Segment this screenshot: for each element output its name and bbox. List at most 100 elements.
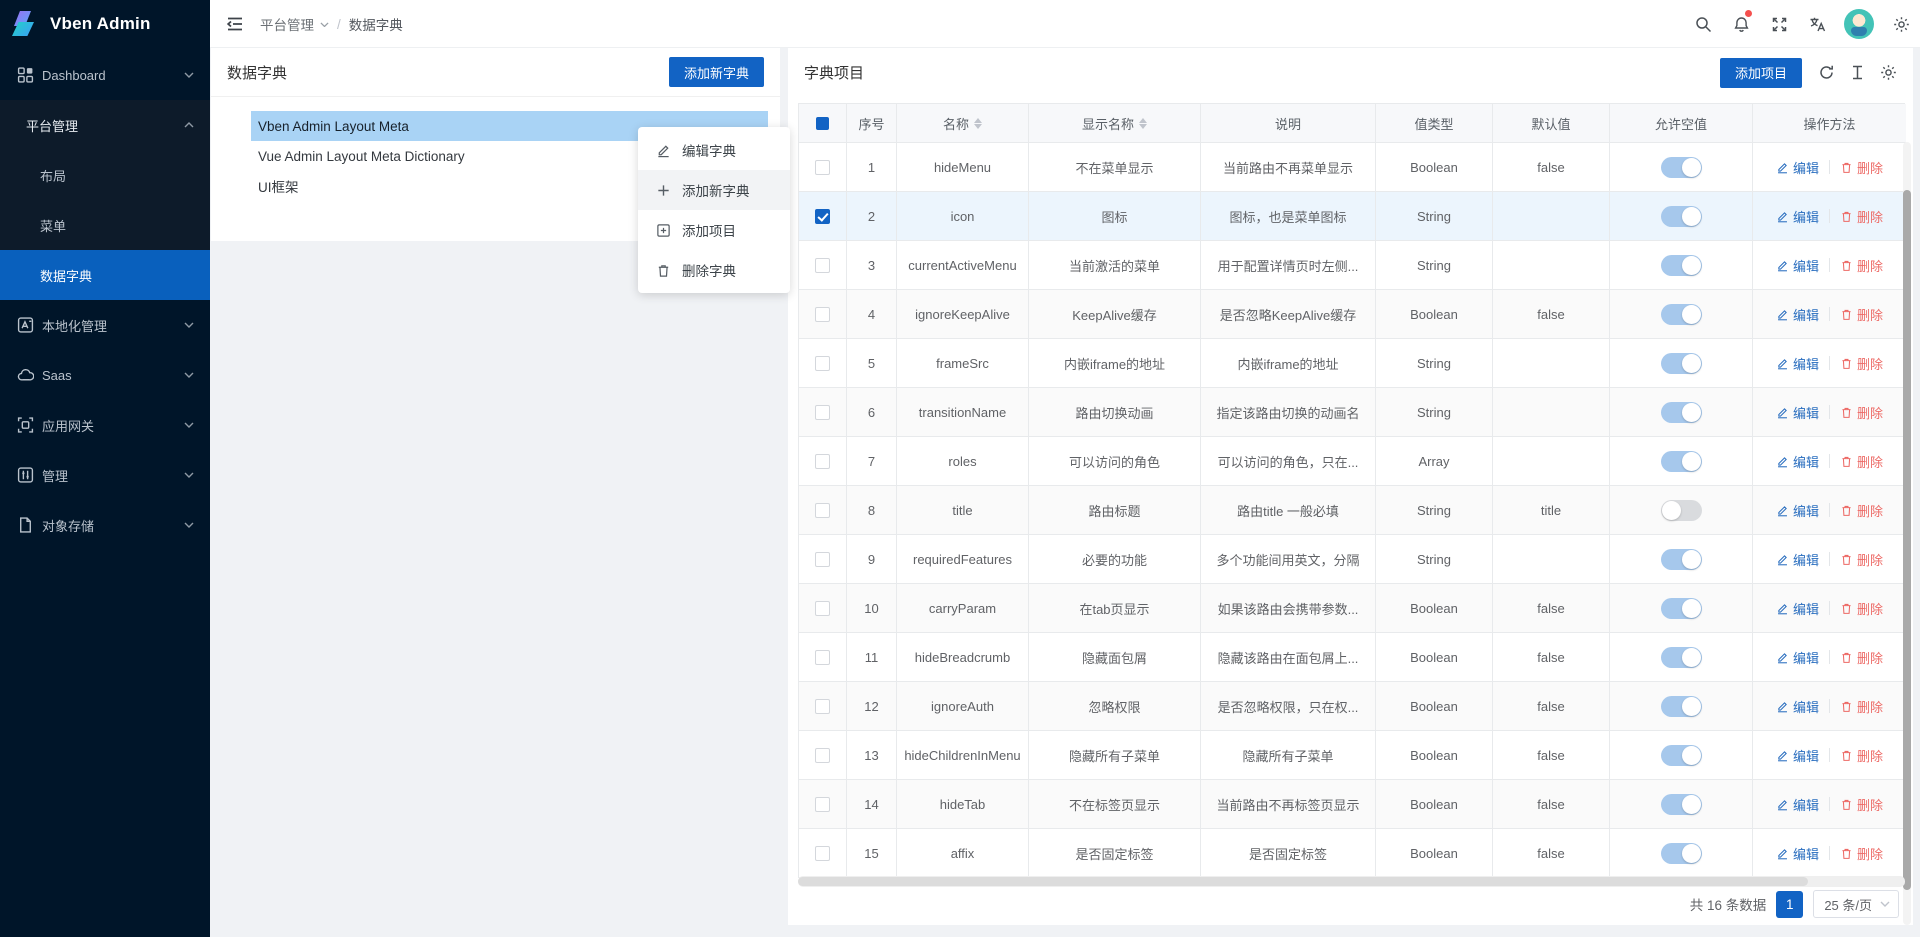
context-menu-item[interactable]: 添加新字典 <box>638 170 790 210</box>
sort-icon[interactable] <box>974 118 982 129</box>
refresh-icon[interactable] <box>1818 64 1835 81</box>
sort-icon[interactable] <box>1139 118 1147 129</box>
sidebar-item-saas[interactable]: Saas <box>0 350 210 400</box>
allow-null-toggle[interactable] <box>1661 647 1702 668</box>
row-checkbox[interactable] <box>815 846 830 861</box>
sidebar-item-布局[interactable]: 布局 <box>0 150 210 200</box>
allow-null-toggle[interactable] <box>1661 794 1702 815</box>
delete-button[interactable]: 删除 <box>1840 550 1883 569</box>
edit-button[interactable]: 编辑 <box>1776 844 1819 863</box>
delete-button[interactable]: 删除 <box>1840 207 1883 226</box>
delete-button[interactable]: 删除 <box>1840 305 1883 324</box>
edit-button[interactable]: 编辑 <box>1776 256 1819 275</box>
sidebar-item-菜单[interactable]: 菜单 <box>0 200 210 250</box>
settings-gear-icon[interactable] <box>1882 0 1920 48</box>
edit-button[interactable]: 编辑 <box>1776 354 1819 373</box>
edit-button[interactable]: 编辑 <box>1776 599 1819 618</box>
delete-button[interactable]: 删除 <box>1840 697 1883 716</box>
row-checkbox[interactable] <box>815 699 830 714</box>
row-checkbox[interactable] <box>815 601 830 616</box>
page-size-select[interactable]: 25 条/页 <box>1813 890 1899 918</box>
column-header-显示名称[interactable]: 显示名称 <box>1029 104 1201 143</box>
allow-null-toggle[interactable] <box>1661 451 1702 472</box>
row-checkbox[interactable] <box>815 405 830 420</box>
user-avatar[interactable] <box>1844 9 1874 39</box>
fullscreen-icon[interactable] <box>1760 0 1798 48</box>
edit-button[interactable]: 编辑 <box>1776 648 1819 667</box>
row-checkbox[interactable] <box>815 503 830 518</box>
column-header-名称[interactable]: 名称 <box>897 104 1029 143</box>
sidebar-item-应用网关[interactable]: 应用网关 <box>0 400 210 450</box>
edit-button[interactable]: 编辑 <box>1776 305 1819 324</box>
search-icon[interactable] <box>1684 0 1722 48</box>
row-height-icon[interactable] <box>1849 64 1866 81</box>
row-checkbox[interactable] <box>815 748 830 763</box>
delete-button[interactable]: 删除 <box>1840 403 1883 422</box>
sidebar-item-对象存储[interactable]: 对象存储 <box>0 500 210 550</box>
context-menu-item[interactable]: 编辑字典 <box>638 130 790 170</box>
allow-null-toggle[interactable] <box>1661 304 1702 325</box>
allow-null-toggle[interactable] <box>1661 255 1702 276</box>
select-all-checkbox[interactable] <box>799 104 847 143</box>
edit-button[interactable]: 编辑 <box>1776 501 1819 520</box>
delete-button[interactable]: 删除 <box>1840 354 1883 373</box>
edit-button[interactable]: 编辑 <box>1776 207 1819 226</box>
edit-button[interactable]: 编辑 <box>1776 795 1819 814</box>
add-item-button[interactable]: 添加项目 <box>1720 58 1802 88</box>
horizontal-scrollbar[interactable] <box>798 876 1905 887</box>
edit-button[interactable]: 编辑 <box>1776 403 1819 422</box>
allow-null-toggle[interactable] <box>1661 696 1702 717</box>
translate-icon[interactable] <box>1798 0 1836 48</box>
allow-null-toggle[interactable] <box>1661 402 1702 423</box>
sidebar-item-dashboard[interactable]: Dashboard <box>0 50 210 100</box>
allow-null-toggle[interactable] <box>1661 745 1702 766</box>
edit-button[interactable]: 编辑 <box>1776 452 1819 471</box>
vertical-scrollbar[interactable] <box>1903 142 1911 925</box>
sidebar-item-数据字典[interactable]: 数据字典 <box>0 250 210 300</box>
row-checkbox[interactable] <box>815 797 830 812</box>
sidebar-item-平台管理[interactable]: 平台管理 <box>0 100 210 150</box>
delete-button[interactable]: 删除 <box>1840 501 1883 520</box>
edit-button[interactable]: 编辑 <box>1776 697 1819 716</box>
delete-button[interactable]: 删除 <box>1840 256 1883 275</box>
row-checkbox[interactable] <box>815 307 830 322</box>
sidebar-item-本地化管理[interactable]: 本地化管理 <box>0 300 210 350</box>
edit-button[interactable]: 编辑 <box>1776 746 1819 765</box>
delete-button[interactable]: 删除 <box>1840 746 1883 765</box>
delete-button[interactable]: 删除 <box>1840 648 1883 667</box>
row-checkbox[interactable] <box>815 356 830 371</box>
row-checkbox[interactable] <box>815 160 830 175</box>
context-menu-item[interactable]: 删除字典 <box>638 250 790 290</box>
breadcrumb-parent[interactable]: 平台管理 <box>260 14 314 34</box>
row-checkbox[interactable] <box>815 258 830 273</box>
column-settings-gear-icon[interactable] <box>1880 64 1897 81</box>
delete-label: 删除 <box>1857 795 1883 814</box>
add-dictionary-button[interactable]: 添加新字典 <box>669 57 764 87</box>
page-number-button[interactable]: 1 <box>1776 891 1803 918</box>
sidebar-item-管理[interactable]: 管理 <box>0 450 210 500</box>
row-checkbox[interactable] <box>815 454 830 469</box>
row-checkbox[interactable] <box>815 209 830 224</box>
allow-null-toggle[interactable] <box>1661 206 1702 227</box>
row-checkbox[interactable] <box>815 552 830 567</box>
allow-null-toggle[interactable] <box>1661 549 1702 570</box>
allow-null-toggle[interactable] <box>1661 843 1702 864</box>
row-checkbox[interactable] <box>815 650 830 665</box>
checkbox-indeterminate[interactable] <box>816 117 829 130</box>
delete-button[interactable]: 删除 <box>1840 599 1883 618</box>
delete-button[interactable]: 删除 <box>1840 452 1883 471</box>
allow-null-toggle[interactable] <box>1661 157 1702 178</box>
edit-button[interactable]: 编辑 <box>1776 158 1819 177</box>
allow-null-toggle[interactable] <box>1661 598 1702 619</box>
delete-button[interactable]: 删除 <box>1840 158 1883 177</box>
delete-button[interactable]: 删除 <box>1840 844 1883 863</box>
delete-button[interactable]: 删除 <box>1840 795 1883 814</box>
allow-null-toggle[interactable] <box>1661 353 1702 374</box>
context-menu-item[interactable]: 添加项目 <box>638 210 790 250</box>
allow-null-toggle[interactable] <box>1661 500 1702 521</box>
menu-fold-icon[interactable] <box>225 14 245 34</box>
notification-bell-icon[interactable] <box>1722 0 1760 48</box>
edit-button[interactable]: 编辑 <box>1776 550 1819 569</box>
chevron-down-icon <box>320 22 329 28</box>
app-logo[interactable]: Vben Admin <box>0 0 210 48</box>
